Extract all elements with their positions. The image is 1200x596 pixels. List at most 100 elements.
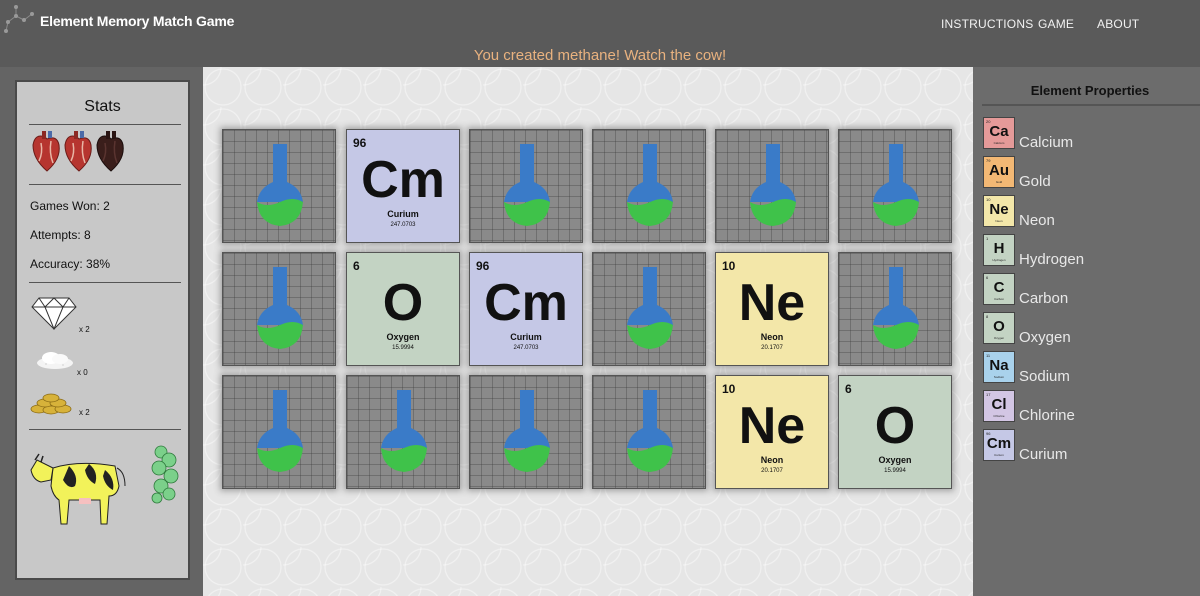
accuracy: Accuracy: 38% (30, 257, 111, 271)
tile-symbol: Au (989, 162, 1009, 179)
tile-name: Hydrogen (992, 258, 1006, 262)
card-face-down[interactable] (222, 129, 336, 243)
element-name-label[interactable]: Curium (1019, 446, 1067, 463)
element-name-label[interactable]: Hydrogen (1019, 251, 1084, 268)
salt-count: x 0 (77, 368, 88, 377)
nav-game[interactable]: GAME (1038, 17, 1074, 31)
card-element-name: Neon (760, 455, 784, 465)
element-tile[interactable]: 11 Na Sodium (983, 351, 1015, 383)
card-symbol: Cm (361, 151, 445, 209)
tile-name: Oxygen (993, 336, 1005, 340)
lives-hearts (32, 131, 124, 172)
card-face-down[interactable] (592, 129, 706, 243)
tile-name: Curium (994, 453, 1004, 457)
tile-symbol: H (993, 240, 1005, 257)
card-face-down[interactable] (592, 375, 706, 489)
tile-name: Chlorine (993, 414, 1005, 418)
tile-symbol: Ne (989, 201, 1009, 218)
card-mass: 247.0703 (513, 345, 539, 351)
element-name-label[interactable]: Neon (1019, 212, 1055, 229)
card-face-down[interactable] (592, 252, 706, 366)
card-face-down[interactable] (838, 129, 952, 243)
dead-heart-icon (96, 131, 124, 172)
element-name-label[interactable]: Carbon (1019, 290, 1068, 307)
element-tile[interactable]: 96 Cm Curium (983, 429, 1015, 461)
diamond-count: x 2 (79, 325, 90, 334)
element-name-label[interactable]: Calcium (1019, 134, 1073, 151)
card-number: 6 (845, 382, 852, 396)
card-element-name: Oxygen (386, 332, 420, 342)
element-name-label[interactable]: Chlorine (1019, 407, 1075, 424)
card-face-down[interactable] (469, 129, 583, 243)
card-element-name: Curium (387, 209, 419, 219)
header-bar: Element Memory Match Game INSTRUCTIONS G… (0, 0, 1200, 67)
divider (29, 429, 181, 430)
card-element-name: Oxygen (878, 455, 912, 465)
attempts: Attempts: 8 (30, 228, 91, 242)
card-face-up[interactable]: 96 Cm Curium 247.0703 (346, 129, 460, 243)
card-element-name: Neon (760, 332, 784, 342)
properties-title: Element Properties (1030, 83, 1150, 98)
nav-instructions[interactable]: INSTRUCTIONS (941, 17, 1033, 31)
element-tile[interactable]: 79 Au Gold (983, 156, 1015, 188)
element-tile[interactable]: 1 H Hydrogen (983, 234, 1015, 266)
card-face-down[interactable] (838, 252, 952, 366)
element-name-label[interactable]: Oxygen (1019, 329, 1071, 346)
nav-about[interactable]: ABOUT (1097, 17, 1139, 31)
card-number: 6 (353, 259, 360, 273)
card-number: 96 (476, 259, 490, 273)
element-tile[interactable]: 8 O Oxygen (983, 312, 1015, 344)
tile-symbol: C (993, 279, 1005, 296)
gold-coins-icon (30, 393, 72, 415)
status-message: You created methane! Watch the cow! (473, 47, 727, 64)
stats-title: Stats (84, 98, 121, 115)
card-number: 10 (722, 382, 736, 396)
card-symbol: O (874, 397, 916, 455)
card-face-down[interactable] (222, 375, 336, 489)
card-face-down[interactable] (346, 375, 460, 489)
methane-cloud-icon (151, 445, 179, 504)
divider (29, 184, 181, 185)
card-face-up[interactable]: 6 O Oxygen 15.9994 (346, 252, 460, 366)
element-tile[interactable]: 17 Cl Chlorine (983, 390, 1015, 422)
card-mass: 15.9994 (392, 345, 414, 351)
card-face-up[interactable]: 10 Ne Neon 20.1707 (715, 252, 829, 366)
tile-name: Neon (995, 219, 1003, 223)
molecule-logo-icon (4, 5, 34, 33)
element-tile[interactable]: 6 C Carbon (983, 273, 1015, 305)
element-name-label[interactable]: Sodium (1019, 368, 1070, 385)
tile-symbol: O (993, 318, 1005, 335)
card-symbol: O (382, 274, 424, 332)
divider (29, 124, 181, 125)
card-face-up[interactable]: 6 O Oxygen 15.9994 (838, 375, 952, 489)
card-number: 10 (722, 259, 736, 273)
card-number: 96 (353, 136, 367, 150)
tile-symbol: Cm (986, 435, 1012, 452)
divider (982, 104, 1200, 106)
card-face-down[interactable] (715, 129, 829, 243)
card-mass: 247.0703 (390, 222, 416, 228)
salt-icon (37, 352, 73, 369)
gold-count: x 2 (79, 408, 90, 417)
diamond-icon (31, 297, 77, 330)
games-won: Games Won: 2 (30, 199, 110, 213)
heart-icon (64, 131, 92, 172)
card-face-down[interactable] (469, 375, 583, 489)
element-name-label[interactable]: Gold (1019, 173, 1051, 190)
app-title: Element Memory Match Game (40, 13, 235, 29)
tile-name: Sodium (993, 375, 1005, 379)
card-face-up[interactable]: 10 Ne Neon 20.1707 (715, 375, 829, 489)
divider (29, 282, 181, 283)
tile-name: Carbon (994, 297, 1004, 301)
card-mass: 15.9994 (884, 468, 906, 474)
tile-symbol: Ca (989, 123, 1009, 140)
card-symbol: Ne (738, 397, 806, 455)
card-symbol: Ne (738, 274, 806, 332)
card-face-up[interactable]: 96 Cm Curium 247.0703 (469, 252, 583, 366)
card-mass: 20.1707 (761, 345, 783, 351)
tile-name: Gold (995, 180, 1003, 184)
element-tile[interactable]: 20 Ca Calcium (983, 117, 1015, 149)
element-tile[interactable]: 10 Ne Neon (983, 195, 1015, 227)
card-face-down[interactable] (222, 252, 336, 366)
heart-icon (32, 131, 60, 172)
